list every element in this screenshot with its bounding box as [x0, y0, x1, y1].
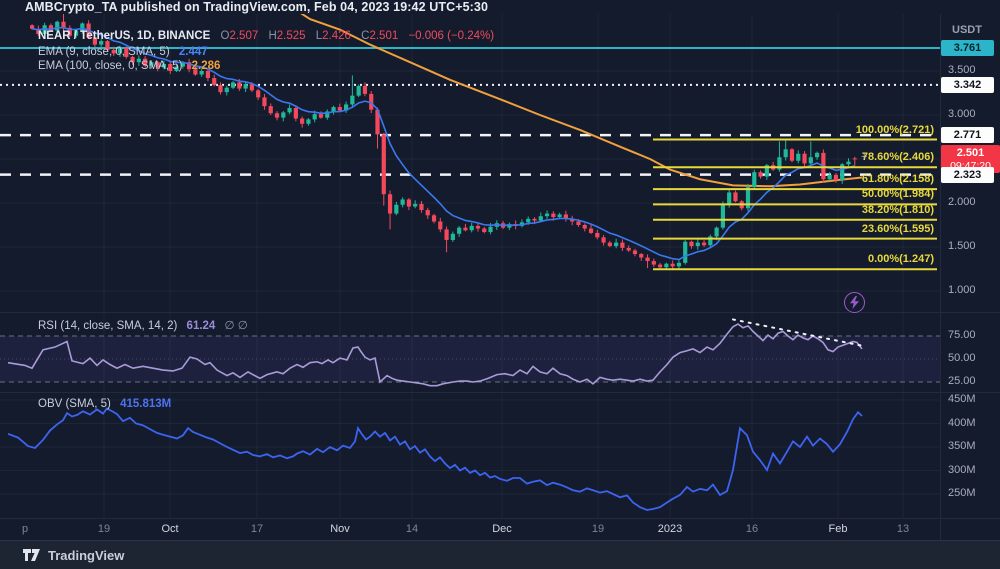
fib-level-label: 50.00%(1.984) — [862, 188, 934, 200]
obv-tick[interactable]: 350M — [948, 440, 976, 452]
rsi-label: RSI (14, close, SMA, 14, 2) — [38, 320, 177, 332]
obv-value: 415.813M — [120, 398, 171, 410]
rsi-legend-row[interactable]: RSI (14, close, SMA, 14, 2) 61.24 ∅ ∅ — [38, 318, 248, 332]
time-axis-label[interactable]: 16 — [746, 523, 758, 535]
tradingview-published-chart: AMBCrypto_TA published on TradingView.co… — [0, 0, 1000, 569]
rsi-tick[interactable]: 25.00 — [948, 375, 976, 387]
fib-level-label: 78.60%(2.406) — [862, 151, 934, 163]
time-axis-label[interactable]: 17 — [251, 523, 263, 535]
time-axis-label[interactable]: 2023 — [658, 523, 682, 535]
footer-bar: TradingView — [0, 540, 1000, 569]
obv-label: OBV (SMA, 5) — [38, 398, 111, 410]
open-value: 2.507 — [229, 30, 258, 42]
price-level-badge: 2.771 — [941, 127, 994, 143]
time-axis-label[interactable]: 13 — [897, 523, 909, 535]
price-level-badge: 3.761 — [941, 40, 994, 56]
time-axis-label[interactable]: Oct — [161, 523, 178, 535]
time-axis-label[interactable]: Feb — [829, 523, 848, 535]
rsi-value: 61.24 — [187, 320, 216, 332]
fib-level-label: 38.20%(1.810) — [862, 204, 934, 216]
rsi-tick[interactable]: 75.00 — [948, 329, 976, 341]
symbol-legend-row[interactable]: NEAR / TetherUS, 1D, BINANCE O2.507 H2.5… — [38, 30, 494, 42]
time-axis-label[interactable]: 19 — [592, 523, 604, 535]
time-axis-label[interactable]: 19 — [98, 523, 110, 535]
time-axis-label[interactable]: Dec — [492, 523, 512, 535]
obv-tick[interactable]: 250M — [948, 487, 976, 499]
price-tick[interactable]: 2.000 — [948, 196, 976, 208]
fib-level-label: 61.80%(2.158) — [862, 173, 934, 185]
lightning-boost-icon[interactable] — [844, 292, 865, 313]
price-tick[interactable]: 3.000 — [948, 108, 976, 120]
gridlines — [0, 14, 940, 518]
tradingview-brand-text: TradingView — [48, 548, 124, 563]
ema100-label: EMA (100, close, 0, SMA, 5) — [38, 60, 182, 72]
price-tick[interactable]: 1.500 — [948, 240, 976, 252]
price-tick[interactable]: 1.000 — [948, 284, 976, 296]
rsi-hidden-values: ∅ ∅ — [225, 320, 248, 332]
time-axis-label[interactable]: 14 — [406, 523, 418, 535]
ema9-legend-row[interactable]: EMA (9, close, 0, SMA, 5) 2.447 — [38, 46, 208, 58]
price-level-badge: 3.342 — [941, 77, 994, 93]
ema100-value: 2.286 — [192, 60, 221, 72]
quick-add-plus-icon[interactable]: + — [861, 151, 867, 163]
ema9-label: EMA (9, close, 0, SMA, 5) — [38, 46, 170, 58]
obv-tick[interactable]: 300M — [948, 464, 976, 476]
chart-canvas[interactable] — [0, 0, 1000, 569]
price-level-badge: 2.323 — [941, 167, 994, 183]
ema100-legend-row[interactable]: EMA (100, close, 0, SMA, 5) 2.286 — [38, 60, 220, 72]
low-value: 2.426 — [322, 30, 351, 42]
change-value: −0.006 (−0.24%) — [408, 30, 494, 42]
ema9-value: 2.447 — [179, 46, 208, 58]
high-value: 2.525 — [277, 30, 306, 42]
lightning-bolt-glyph — [849, 296, 860, 309]
high-label: H — [268, 30, 276, 42]
time-axis-label[interactable]: Nov — [330, 523, 350, 535]
price-tick[interactable]: 3.500 — [948, 64, 976, 76]
fib-level-label: 23.60%(1.595) — [862, 223, 934, 235]
obv-tick[interactable]: 400M — [948, 417, 976, 429]
price-axis-currency[interactable]: USDT — [952, 24, 982, 36]
rsi-tick[interactable]: 50.00 — [948, 352, 976, 364]
fib-level-label: 100.00%(2.721) — [856, 124, 934, 136]
symbol-name: NEAR / TetherUS, 1D, BINANCE — [38, 30, 210, 42]
obv-legend-row[interactable]: OBV (SMA, 5) 415.813M — [38, 398, 171, 410]
time-axis-label[interactable]: p — [22, 523, 28, 535]
obv-tick[interactable]: 450M — [948, 393, 976, 405]
fib-level-label: 0.00%(1.247) — [868, 253, 934, 265]
rsi-band — [0, 336, 940, 382]
tradingview-logo-icon[interactable] — [22, 548, 41, 562]
close-value: 2.501 — [369, 30, 398, 42]
